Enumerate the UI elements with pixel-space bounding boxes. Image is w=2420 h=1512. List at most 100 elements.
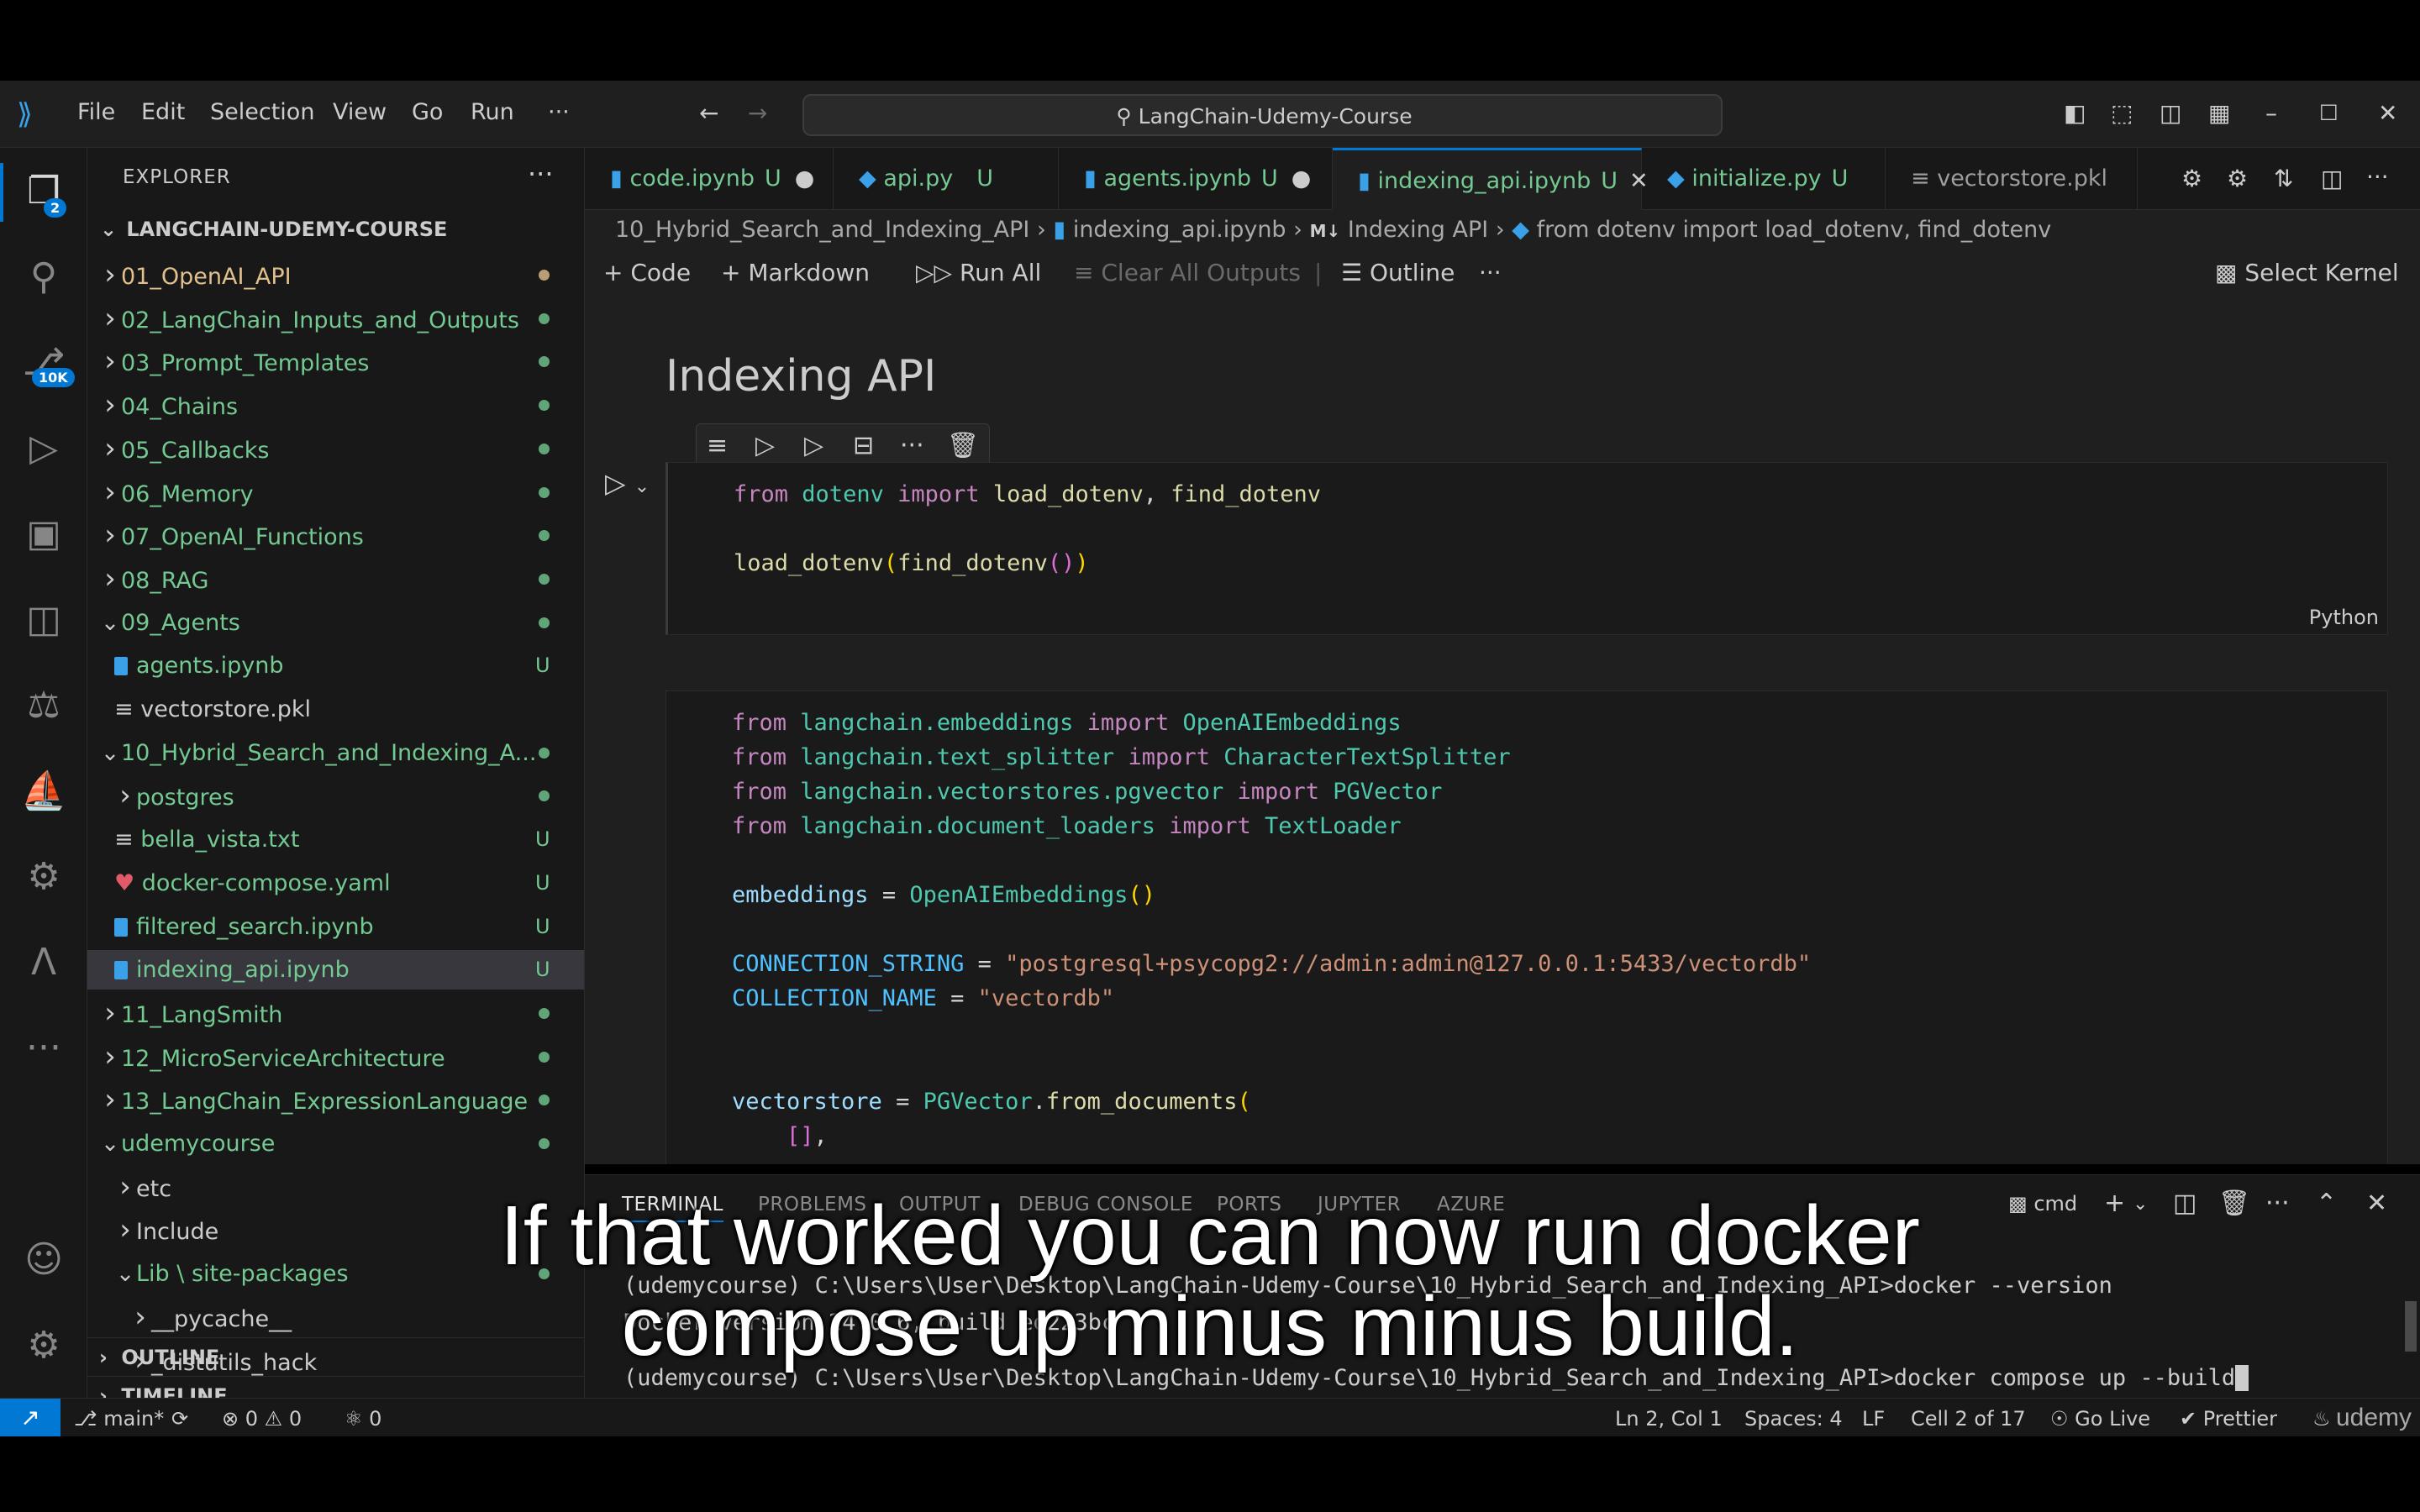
menu-go[interactable]: Go: [412, 99, 443, 125]
breadcrumb-file[interactable]: indexing_api.ipynb: [1073, 217, 1286, 243]
clear-outputs-button[interactable]: ≡ Clear All Outputs: [1074, 259, 1301, 286]
indentation[interactable]: Spaces: 4: [1744, 1407, 1843, 1431]
tab-agents-ipynb[interactable]: ▮ agents.ipynb U ●: [1059, 148, 1333, 210]
breadcrumb-section[interactable]: Indexing API: [1348, 217, 1488, 243]
execute-above-icon[interactable]: ≡: [707, 431, 728, 460]
back-arrow-icon[interactable]: ←: [699, 99, 718, 127]
tree-folder[interactable]: › 05_Callbacks: [87, 429, 584, 469]
minimize-icon[interactable]: –: [2265, 99, 2277, 127]
toggle-sidebar-icon[interactable]: ◧: [2064, 99, 2086, 127]
customize-layout-icon[interactable]: ▦: [2208, 99, 2230, 127]
remote-explorer-icon[interactable]: ▣: [18, 509, 69, 559]
tab-label: vectorstore.pkl: [1937, 165, 2108, 192]
menu-more[interactable]: ···: [548, 99, 570, 125]
tree-folder[interactable]: › postgres: [87, 776, 584, 816]
go-live-button[interactable]: ☉ Go Live: [2050, 1407, 2150, 1431]
tree-folder[interactable]: › 13_LangChain_ExpressionLanguage: [87, 1080, 584, 1120]
tab-vectorstore-pkl[interactable]: ≡ vectorstore.pkl: [1886, 148, 2138, 210]
cursor-position[interactable]: Ln 2, Col 1: [1615, 1407, 1723, 1431]
breadcrumb-folder[interactable]: 10_Hybrid_Search_and_Indexing_API: [615, 217, 1029, 243]
cell-more-icon[interactable]: ···: [900, 431, 924, 460]
git-branch[interactable]: ⎇ main*: [74, 1407, 164, 1431]
tab-api-py[interactable]: ◆ api.py U: [834, 148, 1059, 210]
code-cell-1[interactable]: from dotenv import load_dotenv, find_dot…: [666, 462, 2388, 635]
check-icon: ✔: [2180, 1407, 2203, 1431]
outline-button[interactable]: ☰ Outline: [1341, 259, 1455, 286]
forward-arrow-icon[interactable]: →: [748, 99, 767, 127]
editor-more-icon[interactable]: ···: [2366, 163, 2389, 191]
search-icon[interactable]: ⚲: [18, 252, 69, 302]
tree-file[interactable]: agents.ipynb U: [87, 646, 584, 685]
command-center-search[interactable]: ⚲ LangChain-Udemy-Course: [802, 94, 1723, 136]
tab-code-ipynb[interactable]: ▮ code.ipynb U ●: [585, 148, 834, 210]
run-all-button[interactable]: ▷▷ Run All: [916, 259, 1041, 286]
prettier-status[interactable]: ✔ Prettier: [2180, 1407, 2277, 1431]
execute-cell-below-icon[interactable]: ▷: [804, 431, 823, 460]
menu-file[interactable]: File: [77, 99, 115, 125]
close-window-icon[interactable]: ✕: [2378, 99, 2397, 127]
tree-folder[interactable]: › 07_OpenAI_Functions: [87, 516, 584, 555]
tree-file[interactable]: ≡ bella_vista.txt U: [87, 820, 584, 859]
menu-edit[interactable]: Edit: [141, 99, 185, 125]
eol[interactable]: LF: [1862, 1407, 1885, 1431]
extensions-icon[interactable]: ◫: [18, 595, 69, 645]
menu-selection[interactable]: Selection: [210, 99, 314, 125]
tab-indexing-api-ipynb[interactable]: ▮ indexing_api.ipynb U ✕: [1333, 148, 1649, 210]
compare-changes-icon[interactable]: ⇅: [2274, 165, 2293, 192]
ports-status[interactable]: ⚛ 0: [345, 1407, 381, 1431]
delete-cell-icon[interactable]: 🗑: [947, 431, 979, 460]
debug-settings-icon[interactable]: ⚙: [2181, 165, 2202, 192]
remote-indicator-icon[interactable]: ↗: [0, 1399, 60, 1437]
tree-folder[interactable]: › 08_RAG: [87, 559, 584, 599]
add-markdown-cell-button[interactable]: + Markdown: [721, 259, 870, 286]
toggle-secondary-sidebar-icon[interactable]: ◫: [2160, 99, 2181, 127]
tree-folder[interactable]: › 11_LangSmith: [87, 994, 584, 1033]
breadcrumb-symbol[interactable]: from dotenv import load_dotenv, find_dot…: [1537, 217, 2052, 243]
tab-initialize-py[interactable]: ◆ initialize.py U: [1642, 148, 1886, 210]
tree-file[interactable]: ♥ docker-compose.yaml U: [87, 864, 584, 903]
sync-icon[interactable]: ⟳: [171, 1407, 188, 1431]
docker-icon[interactable]: ⛵: [18, 766, 69, 816]
problems-status[interactable]: ⊗ 0 ⚠ 0: [222, 1407, 302, 1431]
code-cell-2[interactable]: from langchain.embeddings import OpenAIE…: [666, 690, 2388, 1164]
tree-folder[interactable]: › 12_MicroServiceArchitecture: [87, 1037, 584, 1077]
tree-folder[interactable]: ⌄udemycourse: [87, 1124, 584, 1163]
split-editor-icon[interactable]: ◫: [2321, 165, 2343, 192]
tree-folder[interactable]: › 06_Memory: [87, 473, 584, 512]
tree-folder[interactable]: › 03_Prompt_Templates: [87, 342, 584, 381]
tree-folder[interactable]: ›yaml: [87, 1384, 584, 1398]
cell-language-label[interactable]: Python: [2309, 606, 2379, 629]
tree-folder[interactable]: › 02_LangChain_Inputs_and_Outputs: [87, 299, 584, 339]
toolbar-more-icon[interactable]: ···: [1479, 259, 1502, 286]
explorer-more-icon[interactable]: ···: [528, 158, 554, 190]
chevron-right-icon: ›: [104, 561, 116, 596]
notifications-bell-icon[interactable]: ♨: [2312, 1407, 2331, 1431]
maximize-icon[interactable]: □: [2319, 99, 2338, 123]
more-views-icon[interactable]: ···: [18, 1023, 69, 1074]
run-cell-button[interactable]: ▷ ⌄: [605, 467, 650, 499]
tree-file[interactable]: indexing_api.ipynb U: [87, 950, 584, 990]
select-kernel-button[interactable]: ▩ Select Kernel: [2215, 259, 2399, 286]
list-icon: ☰: [1341, 259, 1370, 286]
menu-run[interactable]: Run: [471, 99, 514, 125]
execute-cell-and-below-icon[interactable]: ▷: [755, 431, 775, 460]
cell-indicator[interactable]: Cell 2 of 17: [1911, 1407, 2026, 1431]
tree-file[interactable]: filtered_search.ipynb U: [87, 907, 584, 947]
chevron-right-icon: ›: [104, 388, 116, 423]
tree-folder[interactable]: › 04_Chains: [87, 386, 584, 425]
azure-icon[interactable]: Λ: [18, 937, 69, 988]
tree-folder[interactable]: › 01_OpenAI_API: [87, 255, 584, 295]
tree-file[interactable]: ≡ vectorstore.pkl: [87, 690, 584, 729]
run-debug-icon[interactable]: ▷: [18, 423, 69, 474]
split-cell-icon[interactable]: ⊟: [853, 431, 874, 460]
tree-folder[interactable]: ⌄09_Agents: [87, 603, 584, 643]
chevron-right-icon: ›: [104, 1083, 116, 1117]
copilot-icon[interactable]: ⚙: [18, 852, 69, 902]
tree-folder[interactable]: ⌄10_Hybrid_Search_and_Indexing_A...: [87, 733, 584, 773]
menu-view[interactable]: View: [333, 99, 387, 125]
settings-icon[interactable]: ⚙: [2227, 165, 2248, 192]
testing-icon[interactable]: ⚖: [18, 680, 69, 731]
toggle-panel-icon[interactable]: ⬚: [2111, 99, 2133, 127]
add-code-cell-button[interactable]: + Code: [603, 259, 691, 286]
workspace-root[interactable]: ⌄ LANGCHAIN-UDEMY-COURSE: [87, 210, 584, 249]
